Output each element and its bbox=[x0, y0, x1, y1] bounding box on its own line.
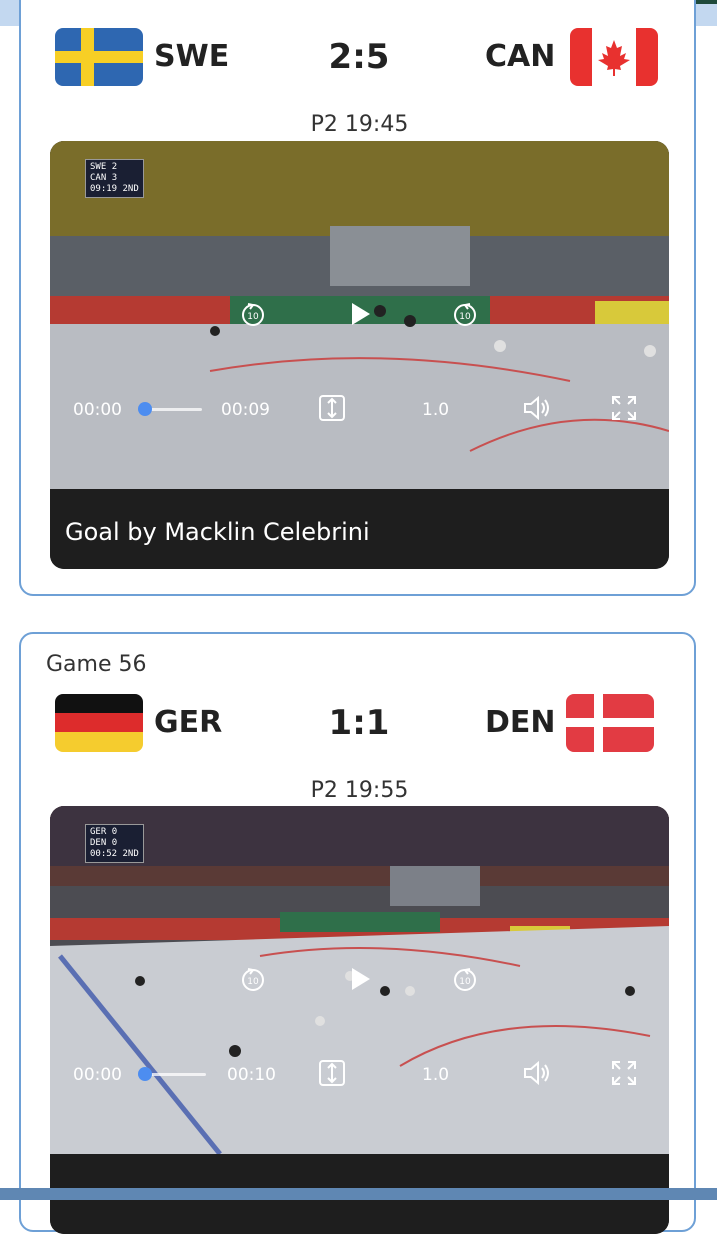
playback-speed[interactable]: 1.0 bbox=[422, 400, 449, 420]
fullscreen-icon[interactable] bbox=[610, 394, 638, 422]
svg-text:10: 10 bbox=[247, 977, 259, 987]
volume-icon[interactable] bbox=[522, 1059, 552, 1087]
svg-text:10: 10 bbox=[247, 312, 259, 322]
game-card[interactable]: Game 56 GER 1:1 DEN P2 19:55 GER 0 DEN 0… bbox=[19, 632, 696, 1234]
seek-handle[interactable] bbox=[138, 1067, 152, 1081]
fit-screen-icon[interactable] bbox=[318, 1059, 346, 1087]
play-icon[interactable] bbox=[348, 301, 372, 327]
home-team-code: GER bbox=[154, 705, 223, 740]
forward-10-icon[interactable]: 10 bbox=[452, 966, 478, 992]
game-score: 1:1 bbox=[328, 703, 390, 743]
current-time: 00:00 bbox=[73, 1065, 122, 1085]
period-time: P2 19:45 bbox=[310, 112, 409, 137]
playback-speed[interactable]: 1.0 bbox=[422, 1065, 449, 1085]
period-time: P2 19:55 bbox=[310, 778, 409, 803]
play-icon[interactable] bbox=[348, 966, 372, 992]
away-team-code: DEN bbox=[485, 705, 556, 740]
broadcast-score-overlay: GER 0 DEN 0 00:52 2ND bbox=[85, 824, 144, 863]
game-score: 2:5 bbox=[328, 37, 390, 77]
duration: 00:10 bbox=[227, 1065, 276, 1085]
germany-flag-icon bbox=[55, 694, 143, 752]
home-team-code: SWE bbox=[154, 39, 230, 74]
broadcast-score-overlay: SWE 2 CAN 3 09:19 2ND bbox=[85, 159, 144, 198]
forward-10-icon[interactable]: 10 bbox=[452, 301, 478, 327]
duration: 00:09 bbox=[221, 400, 270, 420]
sweden-flag-icon bbox=[55, 28, 143, 86]
away-team-code: CAN bbox=[485, 39, 556, 74]
seek-bar[interactable] bbox=[144, 1073, 206, 1076]
game-card[interactable]: SWE 2:5 CAN P2 19:45 SWE 2 CAN 3 09:19 2… bbox=[19, 0, 696, 596]
fit-screen-icon[interactable] bbox=[318, 394, 346, 422]
volume-icon[interactable] bbox=[522, 394, 552, 422]
rewind-10-icon[interactable]: 10 bbox=[240, 966, 266, 992]
game-label: Game 56 bbox=[46, 652, 147, 677]
seek-handle[interactable] bbox=[138, 402, 152, 416]
fullscreen-icon[interactable] bbox=[610, 1059, 638, 1087]
video-player[interactable]: SWE 2 CAN 3 09:19 2ND 10 10 00:00 00:09 … bbox=[50, 141, 669, 569]
svg-text:10: 10 bbox=[459, 977, 471, 987]
svg-text:10: 10 bbox=[459, 312, 471, 322]
current-time: 00:00 bbox=[73, 400, 122, 420]
denmark-flag-icon bbox=[566, 694, 654, 752]
rewind-10-icon[interactable]: 10 bbox=[240, 301, 266, 327]
seek-bar[interactable] bbox=[144, 408, 202, 411]
video-caption: Goal by Macklin Celebrini bbox=[50, 489, 669, 569]
video-player[interactable]: GER 0 DEN 0 00:52 2ND 10 10 00:00 00:10 … bbox=[50, 806, 669, 1234]
bottom-nav-strip bbox=[0, 1188, 717, 1200]
canada-flag-icon bbox=[570, 28, 658, 86]
